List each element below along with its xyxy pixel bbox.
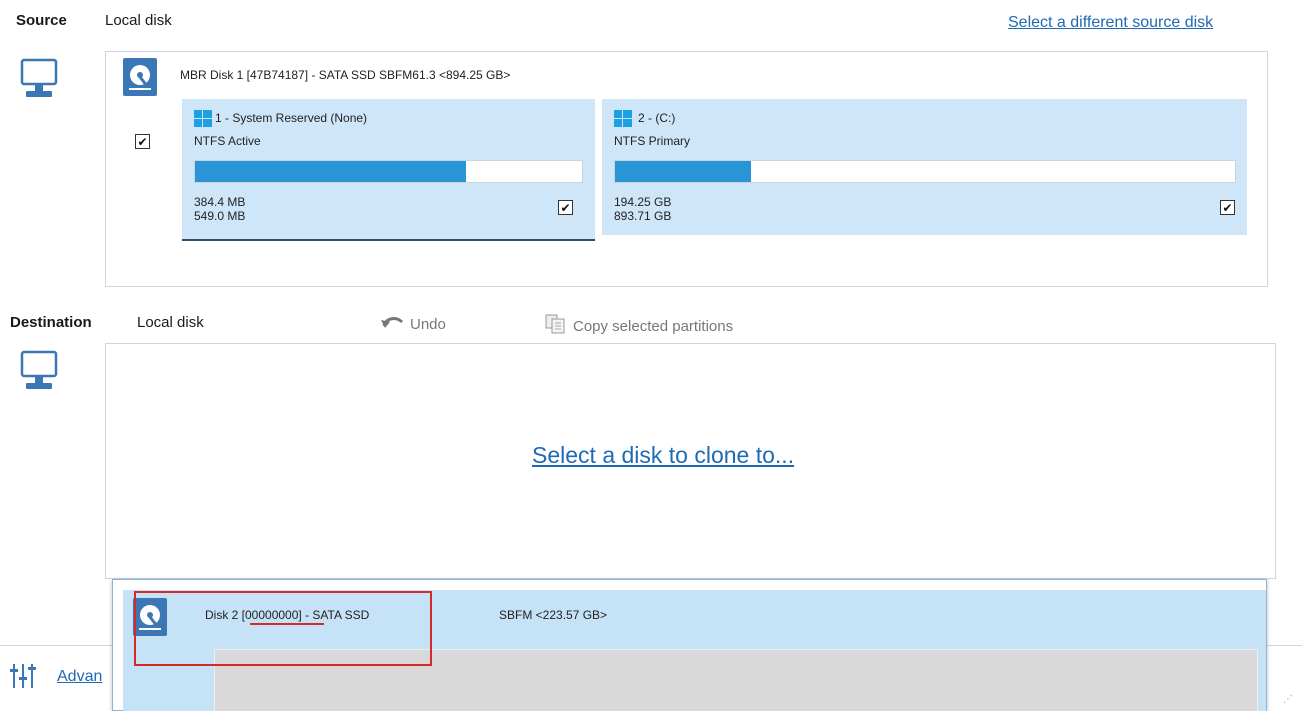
partition-2-usage-bar (614, 160, 1236, 183)
undo-label: Undo (410, 315, 446, 333)
windows-logo-icon (194, 110, 212, 128)
advanced-options-link[interactable]: Advan (57, 668, 102, 686)
source-disk-checkbox[interactable]: ✔ (135, 134, 150, 149)
partition-1-used: 384.4 MB (194, 195, 246, 209)
source-label: Source (16, 12, 67, 29)
undo-button[interactable]: Undo (380, 314, 446, 334)
source-disk-panel: MBR Disk 1 [47B74187] - SATA SSD SBFM61.… (105, 51, 1268, 287)
partition-2-checkbox[interactable]: ✔ (1220, 200, 1235, 215)
source-type: Local disk (105, 12, 172, 29)
disk-2-model: SBFM <223.57 GB> (499, 608, 608, 622)
partition-2-used: 194.25 GB (614, 195, 672, 209)
partition-1-checkbox[interactable]: ✔ (558, 200, 573, 215)
monitor-icon (20, 58, 60, 102)
partition-2[interactable]: 2 - (C:) NTFS Primary 194.25 GB 893.71 G… (602, 99, 1247, 235)
copy-selected-partitions-label: Copy selected partitions (573, 317, 734, 335)
partition-2-total: 893.71 GB (614, 209, 672, 223)
partition-1-usage-bar (194, 160, 583, 183)
undo-icon (380, 314, 404, 334)
partition-1-total: 549.0 MB (194, 209, 246, 223)
partition-2-fs: NTFS Primary (614, 134, 690, 148)
monitor-icon (20, 350, 60, 394)
destination-disk-dropdown: Disk 2 [00000000] - SATA SSD SBFM <223.5… (112, 579, 1267, 711)
destination-label: Destination (10, 314, 92, 331)
partition-1-fs: NTFS Active (194, 134, 261, 148)
copy-selected-partitions-button[interactable]: Copy selected partitions (545, 314, 733, 338)
partition-2-usage-fill (615, 161, 752, 182)
select-disk-to-clone-link[interactable]: Select a disk to clone to... (532, 442, 794, 469)
disk-icon (123, 58, 157, 96)
destination-type: Local disk (137, 314, 204, 331)
copy-icon (545, 314, 567, 338)
partition-1-name: 1 - System Reserved (None) (215, 111, 368, 125)
partition-1-selected-underline (182, 239, 595, 241)
highlight-box (134, 591, 432, 666)
partition-1[interactable]: 1 - System Reserved (None) NTFS Active 3… (182, 99, 595, 239)
partition-2-name: 2 - (C:) (638, 111, 676, 125)
select-different-source-link[interactable]: Select a different source disk (1008, 14, 1213, 32)
source-disk-title: MBR Disk 1 [47B74187] - SATA SSD SBFM61.… (180, 68, 511, 82)
sliders-icon[interactable] (10, 662, 36, 695)
partition-1-usage-fill (195, 161, 466, 182)
windows-logo-icon (614, 110, 632, 128)
resize-grip-icon[interactable]: ⋰ (1283, 694, 1293, 705)
